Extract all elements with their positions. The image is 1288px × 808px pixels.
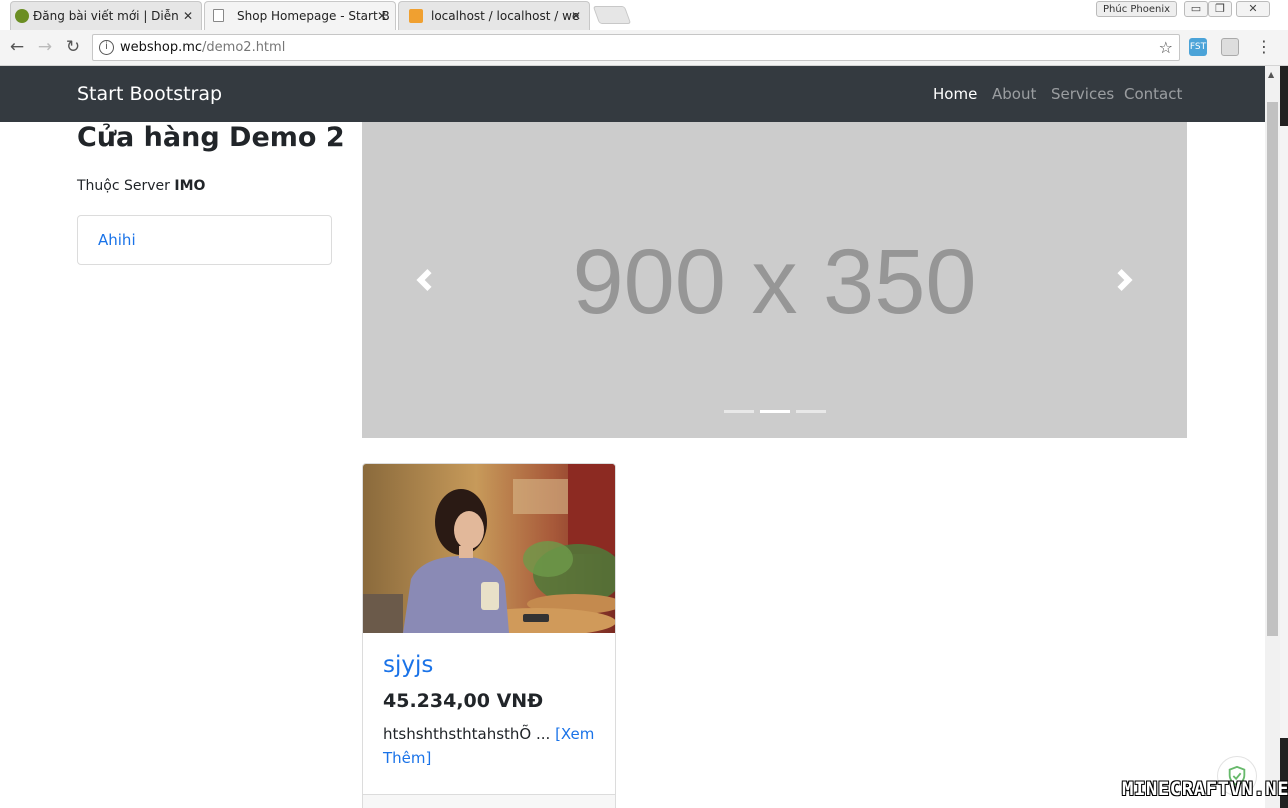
nav-link-about[interactable]: About <box>992 66 1036 122</box>
carousel-indicator[interactable] <box>723 410 754 413</box>
page-viewport: Start Bootstrap Home About Services Cont… <box>0 66 1265 808</box>
carousel-indicator[interactable] <box>759 410 790 413</box>
category-item-ahihi[interactable]: Ahihi <box>98 216 136 264</box>
carousel-placeholder-text: 900 x 350 <box>572 231 977 333</box>
minimize-icon[interactable]: ▭ <box>1184 1 1208 17</box>
reload-icon[interactable]: ↻ <box>62 36 84 58</box>
category-list: Ahihi <box>77 215 332 265</box>
nav-link-home[interactable]: Home <box>933 66 977 122</box>
restore-icon[interactable]: ❐ <box>1208 1 1232 17</box>
tab-phpmyadmin[interactable]: localhost / localhost / we ✕ <box>398 1 590 30</box>
server-name: IMO <box>174 178 206 194</box>
product-card-body: sjyjs 45.234,00 VNĐ htshshthsthtahsthÕ .… <box>383 650 597 770</box>
page-title: Cửa hàng Demo 2 <box>77 122 345 153</box>
bookmark-star-icon[interactable]: ☆ <box>1159 35 1173 60</box>
nav-link-contact[interactable]: Contact <box>1124 66 1182 122</box>
carousel: 900 x 350 <box>362 122 1187 438</box>
tab-shop-homepage[interactable]: Shop Homepage - Start B ✕ <box>204 1 396 30</box>
product-card-footer <box>363 794 615 808</box>
info-icon[interactable]: i <box>99 40 114 55</box>
server-info: Thuộc Server IMO <box>77 176 205 196</box>
product-photo <box>363 464 615 633</box>
new-tab-button[interactable] <box>592 6 632 24</box>
navbar-brand[interactable]: Start Bootstrap <box>77 66 222 122</box>
back-arrow-icon[interactable]: ← <box>6 36 28 58</box>
background-window <box>1280 126 1288 738</box>
nav-link-services[interactable]: Services <box>1051 66 1114 122</box>
product-description-text: htshshthsthtahsthÕ ... <box>383 725 551 743</box>
product-name-link[interactable]: sjyjs <box>383 650 597 680</box>
right-edge-panel <box>1280 66 1288 808</box>
tab-title: Đăng bài viết mới | Diễn <box>33 9 179 23</box>
product-image[interactable] <box>363 464 615 633</box>
product-description: htshshthsthtahsthÕ ... [Xem Thêm] <box>383 722 597 770</box>
product-price: 45.234,00 VNĐ <box>383 690 544 712</box>
url-text: webshop.mc/demo2.html <box>120 35 285 60</box>
browser-toolbar: ← → ↻ i webshop.mc/demo2.html ☆ FST ⋮ <box>0 30 1288 66</box>
tab-close-icon[interactable]: ✕ <box>183 2 193 30</box>
carousel-indicators <box>362 410 1187 413</box>
chevron-left-icon <box>416 269 432 291</box>
carousel-prev-button[interactable] <box>394 122 454 438</box>
forward-arrow-icon[interactable]: → <box>34 36 56 58</box>
page-favicon-icon <box>213 9 224 22</box>
page-scrollbar[interactable]: ▲ <box>1265 66 1280 808</box>
tab-close-icon[interactable]: ✕ <box>571 2 581 30</box>
browser-tab-strip: Đăng bài viết mới | Diễn ✕ Shop Homepage… <box>0 0 1288 30</box>
menu-dots-icon[interactable]: ⋮ <box>1256 36 1272 58</box>
url-path: /demo2.html <box>202 40 286 55</box>
window-close-icon[interactable]: ✕ <box>1236 1 1270 17</box>
url-host: webshop.mc <box>120 40 203 55</box>
scrollbar-thumb[interactable] <box>1267 102 1278 636</box>
product-card: sjyjs 45.234,00 VNĐ htshshthsthtahsthÕ .… <box>362 463 616 808</box>
tab-title: localhost / localhost / we <box>431 9 580 23</box>
scroll-up-icon[interactable]: ▲ <box>1268 70 1274 79</box>
phpmyadmin-favicon-icon <box>409 9 423 23</box>
tab-title: Shop Homepage - Start B <box>237 9 390 23</box>
watermark: MINECRAFTVN.NET <box>1122 778 1288 800</box>
server-prefix: Thuộc Server <box>77 178 175 194</box>
carousel-next-button[interactable] <box>1095 122 1155 438</box>
carousel-indicator[interactable] <box>795 410 826 413</box>
minecraft-favicon-icon <box>15 9 29 23</box>
profile-button[interactable]: Phúc Phoenix <box>1096 1 1178 17</box>
address-bar[interactable]: i webshop.mc/demo2.html ☆ <box>92 34 1180 61</box>
site-navbar: Start Bootstrap Home About Services Cont… <box>0 66 1265 122</box>
tab-dang-bai-viet[interactable]: Đăng bài viết mới | Diễn ✕ <box>10 1 202 30</box>
tab-close-icon[interactable]: ✕ <box>377 2 387 30</box>
chevron-right-icon <box>1117 269 1133 291</box>
extension-screen-icon[interactable] <box>1221 38 1239 56</box>
extension-fst-icon[interactable]: FST <box>1189 38 1207 56</box>
